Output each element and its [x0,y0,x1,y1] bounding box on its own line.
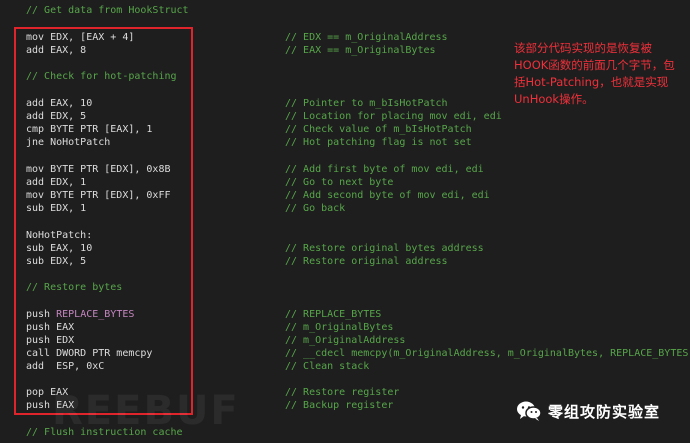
code-comment: // Go back [285,203,346,214]
code-comment: // Location for placing mov edi, edi [285,111,502,122]
code-comment: // Restore original bytes address [285,243,484,254]
code-comment: // Backup register [285,400,394,411]
code-comment: // Clean stack [285,361,370,372]
code-comment: // EAX == m_OriginalBytes [285,45,436,56]
code-comment: // m_OriginalAddress [285,335,406,346]
code-comment: // Go to next byte [285,177,394,188]
code-line: // Get data from HookStruct [0,4,690,17]
code-text: // Get data from HookStruct [26,5,189,16]
code-comment: // REPLACE_BYTES [285,309,382,320]
wechat-icon [516,400,542,422]
code-comment: // Restore original address [285,256,448,267]
watermark: REEBUF [52,388,240,434]
wechat-badge: 零组攻防实验室 [516,396,684,426]
code-comment: // __cdecl memcpy(m_OriginalAddress, m_O… [285,348,690,359]
code-comment: // Check value of m_bIsHotPatch [285,124,472,135]
highlight-box [14,27,193,415]
code-comment: // Add first byte of mov edi, edi [285,164,484,175]
code-comment: // EDX == m_OriginalAddress [285,32,448,43]
badge-text: 零组攻防实验室 [548,402,661,421]
code-comment: // Add second byte of mov edi, edi [285,190,490,201]
annotation-text: 该部分代码实现的是恢复被HOOK函数的前面几个字节，包括Hot-Patching… [514,41,675,106]
code-comment: // Pointer to m_bIsHotPatch [285,98,448,109]
code-comment: // m_OriginalBytes [285,322,394,333]
code-editor: // Get data from HookStruct mov EDX, [EAX… [0,0,690,443]
code-comment: // Restore register [285,387,400,398]
code-comment: // Hot patching flag is not set [285,137,472,148]
